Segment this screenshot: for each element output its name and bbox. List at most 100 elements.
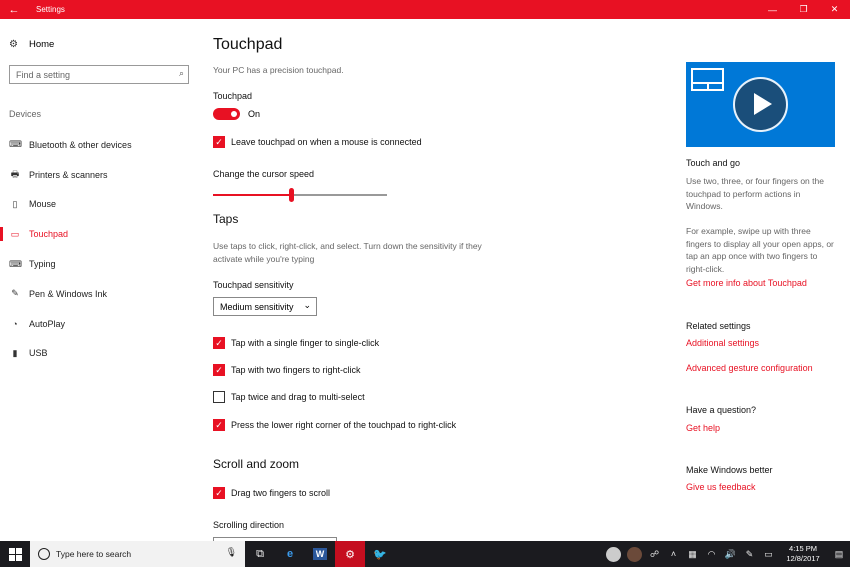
close-button[interactable]: ✕ [819, 0, 850, 19]
taskbar-search[interactable]: Type here to search 🎙 [30, 541, 245, 567]
tap-twice-drag-checkbox[interactable]: Tap twice and drag to multi-select [213, 391, 365, 403]
sidebar-item-label: Printers & scanners [29, 169, 108, 180]
taskbar-search-text: Type here to search [56, 549, 132, 559]
get-help-link[interactable]: Get help [686, 423, 720, 433]
keyboard-icon[interactable]: ▭ [759, 549, 778, 560]
edge-icon: e [286, 548, 294, 560]
word-icon: W [312, 548, 328, 560]
sensitivity-dropdown[interactable]: Medium sensitivity ⌄ [213, 297, 317, 316]
wifi-icon[interactable]: ◠ [702, 549, 721, 560]
sensitivity-label: Touchpad sensitivity [213, 280, 294, 290]
notifications-icon[interactable]: ▤ [828, 549, 850, 560]
window-title: Settings [36, 5, 65, 14]
touch-go-text-1: Use two, three, or four fingers on the t… [686, 176, 824, 211]
network-icon[interactable]: ▦ [683, 549, 702, 560]
drag-two-fingers-checkbox[interactable]: ✓ Drag two fingers to scroll [213, 487, 330, 499]
page-subtitle: Your PC has a precision touchpad. [213, 65, 344, 75]
additional-settings-link[interactable]: Additional settings [686, 338, 759, 348]
start-button[interactable] [0, 541, 30, 567]
touchpad-icon [691, 68, 724, 91]
advanced-gesture-link[interactable]: Advanced gesture configuration [686, 363, 813, 373]
slider-fill [213, 194, 292, 196]
pen-workspace-icon[interactable]: ✎ [740, 549, 759, 560]
taps-description: Use taps to click, right-click, and sele… [213, 241, 482, 264]
sidebar-item-bluetooth[interactable]: ⌨ Bluetooth & other devices [0, 130, 200, 160]
find-setting-search[interactable]: Find a setting ⌕ [9, 65, 189, 84]
twitter-icon: 🐦 [373, 548, 387, 561]
touchpad-label: Touchpad [213, 91, 253, 101]
printer-icon: 🖶 [10, 168, 20, 179]
sidebar-item-label: AutoPlay [29, 318, 66, 329]
twitter-app[interactable]: 🐦 [365, 541, 395, 567]
sidebar-item-typing[interactable]: ⌨ Typing [0, 249, 200, 279]
cursor-speed-label: Change the cursor speed [213, 169, 315, 179]
sidebar-item-label: USB [29, 348, 48, 359]
sidebar-item-label: Bluetooth & other devices [29, 139, 132, 150]
scroll-zoom-heading: Scroll and zoom [213, 457, 300, 471]
checkbox-checked-icon: ✓ [213, 136, 225, 148]
scroll-direction-label: Scrolling direction [213, 520, 285, 530]
toggle-switch[interactable] [213, 108, 240, 120]
sidebar-item-label: Pen & Windows Ink [29, 288, 108, 299]
home-link[interactable]: ⚙ Home [9, 39, 54, 50]
sidebar-item-mouse[interactable]: ▯ Mouse [0, 190, 200, 220]
minimize-button[interactable]: — [757, 0, 788, 19]
checkbox-checked-icon: ✓ [213, 364, 225, 376]
checkbox-label: Leave touchpad on when a mouse is connec… [231, 137, 422, 147]
cortana-icon [38, 548, 50, 560]
close-icon: ✕ [830, 4, 839, 14]
people-icon[interactable]: ☍ [645, 549, 664, 560]
sidebar-item-pen[interactable]: ✎ Pen & Windows Ink [0, 279, 200, 309]
usb-icon: ▮ [12, 347, 18, 358]
slider-thumb[interactable] [289, 188, 295, 202]
settings-app[interactable]: ⚙ [335, 541, 365, 567]
restore-button[interactable]: ❐ [788, 0, 819, 19]
avatar[interactable] [606, 546, 621, 562]
autoplay-icon: ◔ [12, 318, 18, 329]
checkbox-unchecked-icon [213, 391, 225, 403]
more-info-link[interactable]: Get more info about Touchpad [686, 278, 807, 288]
word-app[interactable]: W [305, 541, 335, 567]
tap-single-finger-checkbox[interactable]: ✓ Tap with a single finger to single-cli… [213, 337, 379, 349]
sidebar-item-autoplay[interactable]: ◔ AutoPlay [0, 309, 200, 339]
tap-two-fingers-checkbox[interactable]: ✓ Tap with two fingers to right-click [213, 364, 361, 376]
touchpad-toggle[interactable]: On [213, 108, 260, 120]
search-placeholder: Find a setting [16, 69, 71, 80]
sidebar-item-label: Touchpad [29, 229, 69, 240]
touch-and-go-video[interactable] [686, 62, 835, 147]
edge-app[interactable]: e [275, 541, 305, 567]
question-title: Have a question? [686, 405, 757, 415]
checkbox-label: Drag two fingers to scroll [231, 488, 331, 498]
sidebar-item-touchpad[interactable]: ▭ Touchpad [0, 219, 200, 249]
checkbox-label: Tap with a single finger to single-click [231, 338, 380, 348]
cursor-speed-slider[interactable] [213, 188, 387, 202]
checkbox-label: Tap twice and drag to multi-select [231, 392, 365, 402]
chevron-up-icon[interactable]: ˄ [664, 549, 683, 559]
sidebar-item-label: Typing [29, 259, 56, 270]
sidebar: ⚙ Home Find a setting ⌕ Devices ⌨ Blueto… [0, 19, 200, 541]
pen-icon: ✎ [11, 288, 19, 299]
leave-touchpad-checkbox[interactable]: ✓ Leave touchpad on when a mouse is conn… [213, 136, 422, 148]
task-view-button[interactable]: ⧉ [245, 541, 275, 567]
back-arrow-icon: ← [8, 3, 20, 16]
sidebar-item-printers[interactable]: 🖶 Printers & scanners [0, 160, 200, 190]
volume-icon[interactable]: 🔊 [721, 549, 740, 560]
sidebar-nav: ⌨ Bluetooth & other devices 🖶 Printers &… [0, 130, 200, 368]
avatar[interactable] [627, 546, 642, 562]
keyboard-icon: ⌨ [9, 258, 22, 269]
back-button[interactable]: ← [0, 0, 28, 19]
clock-date: 12/8/2017 [786, 554, 820, 563]
sidebar-item-usb[interactable]: ▮ USB [0, 339, 200, 369]
clock[interactable]: 4:15 PM 12/8/2017 [778, 544, 828, 564]
checkbox-checked-icon: ✓ [213, 337, 225, 349]
microphone-icon[interactable]: 🎙 [226, 547, 237, 558]
checkbox-label: Tap with two fingers to right-click [231, 365, 361, 375]
bluetooth-icon: ⌨ [9, 139, 22, 150]
clock-time: 4:15 PM [789, 544, 817, 553]
search-icon: ⌕ [178, 68, 184, 78]
system-tray: ☍ ˄ ▦ ◠ 🔊 ✎ ▭ 4:15 PM 12/8/2017 ▤ [603, 541, 850, 567]
touchpad-icon: ▭ [10, 228, 20, 239]
press-corner-checkbox[interactable]: ✓ Press the lower right corner of the to… [213, 419, 456, 431]
feedback-link[interactable]: Give us feedback [686, 482, 756, 492]
gear-icon: ⚙ [345, 548, 355, 561]
